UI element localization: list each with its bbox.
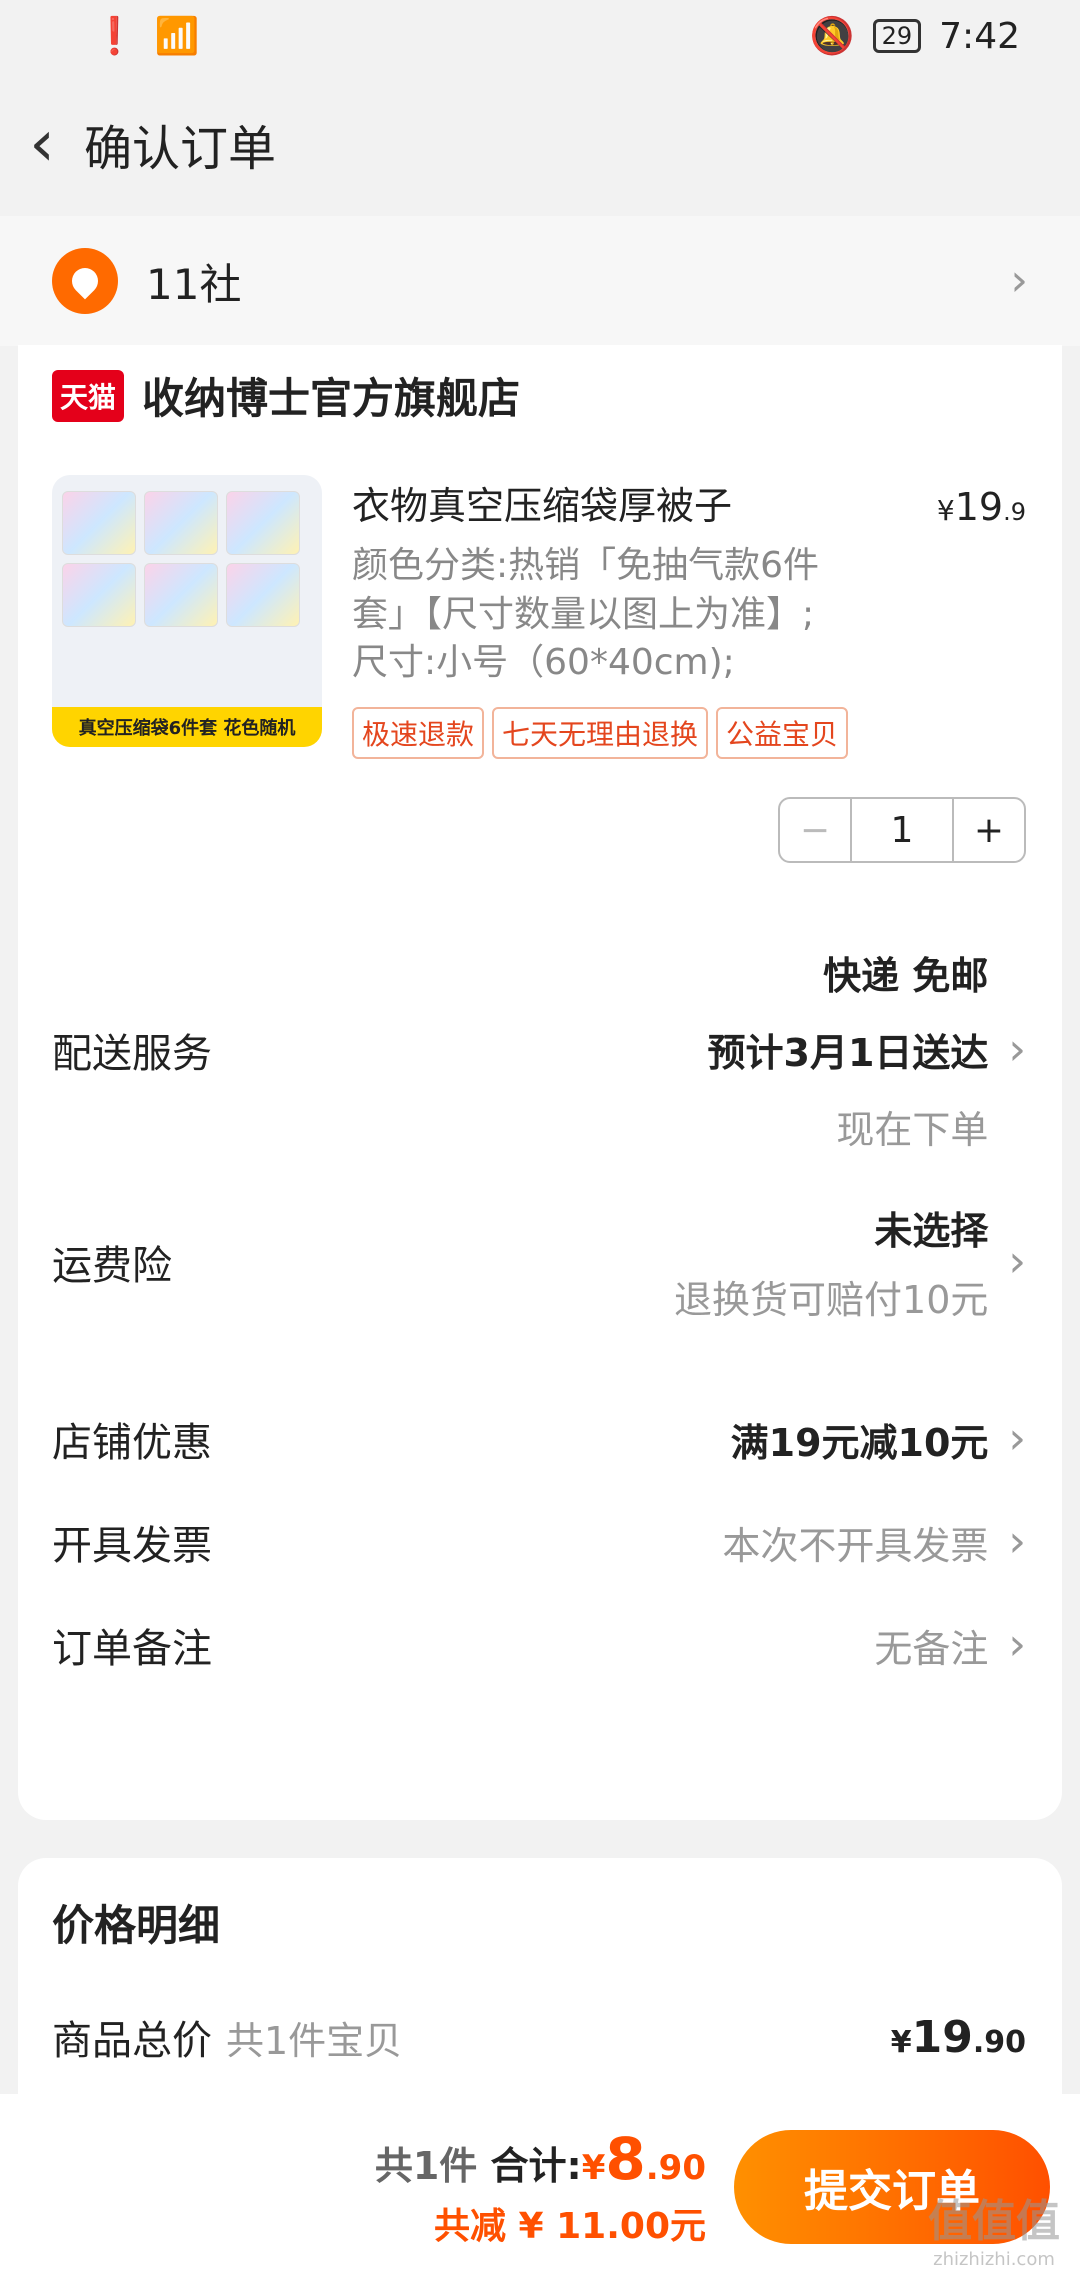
thumbnail-banner: 真空压缩袋6件套 花色随机 <box>52 707 322 747</box>
tag-7day-return: 七天无理由退换 <box>492 707 709 759</box>
discount-label: 店铺优惠 <box>52 1420 212 1466</box>
delivery-row[interactable]: 配送服务 快递 免邮 预计3月1日送达 现在下单 › <box>52 945 1026 1154</box>
bag-image <box>62 491 136 555</box>
bag-image <box>144 563 218 627</box>
product-thumbnail[interactable]: 真空压缩袋6件套 花色随机 <box>52 475 322 747</box>
watermark-text: 值值值 <box>928 2196 1060 2247</box>
saved-amount: 共减 ¥ 11.00元 <box>434 2206 706 2247</box>
chevron-right-icon: › <box>1008 1023 1026 1075</box>
spec-line: 尺寸:小号（60*40cm); <box>352 642 735 684</box>
quantity-stepper: − 1 + <box>778 797 1026 863</box>
bag-image <box>144 491 218 555</box>
note-label: 订单备注 <box>52 1626 212 1672</box>
bag-image <box>226 491 300 555</box>
back-icon[interactable]: ‹ <box>12 112 72 176</box>
total-int: 8 <box>605 2125 646 2193</box>
chevron-right-icon: › <box>1008 1413 1026 1464</box>
chevron-right-icon: › <box>1008 1516 1026 1567</box>
status-bar: ❗ 📶 🔕 29 7:42 <box>0 0 1080 72</box>
order-note-row[interactable]: 订单备注 无备注 › <box>52 1616 1026 1674</box>
goods-total-price: ¥19.90 <box>891 2012 1026 2063</box>
item-count: 共1件 <box>374 2144 478 2188</box>
service-tags: 极速退款 七天无理由退换 公益宝贝 <box>352 707 849 759</box>
total-amount: 8.90 <box>605 2125 706 2193</box>
address-text: 11社 <box>146 259 242 309</box>
currency-symbol: ¥ <box>936 494 955 527</box>
shipping-insurance-row[interactable]: 运费险 未选择 退换货可赔付10元 › <box>52 1200 1026 1324</box>
decrease-button[interactable]: − <box>780 799 852 861</box>
total-dec: .90 <box>645 2148 706 2188</box>
quantity-value[interactable]: 1 <box>852 799 952 861</box>
order-summary: 共1件 合计:¥8.90 共减 ¥ 11.00元 <box>375 2125 706 2249</box>
insurance-label: 运费险 <box>52 1243 172 1289</box>
spec-line: 套」【尺寸数量以图上为准】; <box>352 593 815 635</box>
spec-line: 颜色分类:热销「免抽气款6件 <box>352 545 820 586</box>
store-discount-row[interactable]: 店铺优惠 满19元减10元 › <box>52 1410 1026 1468</box>
product-spec: 颜色分类:热销「免抽气款6件 套」【尺寸数量以图上为准】; 尺寸:小号（60*4… <box>352 542 912 688</box>
chevron-right-icon: › <box>1008 1236 1026 1287</box>
price-detail-title: 价格明细 <box>52 1901 221 1950</box>
product-title: 衣物真空压缩袋厚被子 <box>352 484 733 528</box>
discount-value: 满19元减10元 <box>730 1420 989 1465</box>
currency-symbol: ¥ <box>890 2024 912 2060</box>
price-int: 19 <box>954 485 1004 529</box>
goods-total-row: 商品总价 共1件宝贝 ¥19.90 <box>52 2008 1026 2066</box>
location-pin-icon <box>52 248 118 314</box>
alert-icon: ❗ <box>92 16 137 57</box>
product-info[interactable]: 衣物真空压缩袋厚被子 颜色分类:热销「免抽气款6件 套」【尺寸数量以图上为准】;… <box>352 475 912 688</box>
goods-total-label: 商品总价 <box>52 2018 212 2064</box>
store-name: 收纳博士官方旗舰店 <box>142 374 521 423</box>
site-watermark: 值值值 zhizhizhi.com <box>928 2185 1060 2270</box>
delivery-method: 快递 免邮 <box>823 954 989 998</box>
delivery-note: 现在下单 <box>836 1108 989 1152</box>
insurance-status: 未选择 <box>874 1209 989 1253</box>
price-int: 19 <box>911 2011 973 2063</box>
insurance-desc: 退换货可赔付10元 <box>674 1278 989 1322</box>
watermark-url: zhizhizhi.com <box>933 2249 1055 2270</box>
order-card: 天猫 收纳博士官方旗舰店 真空压缩袋6件套 花色随机 衣物真空压缩袋厚被子 颜色… <box>18 345 1062 1820</box>
bag-image <box>62 563 136 627</box>
increase-button[interactable]: + <box>952 799 1024 861</box>
goods-count: 共1件宝贝 <box>226 2019 403 2063</box>
address-row[interactable]: 11社 › <box>0 216 1080 346</box>
wifi-icon: 📶 <box>154 16 200 57</box>
delivery-label: 配送服务 <box>52 1030 212 1077</box>
invoice-row[interactable]: 开具发票 本次不开具发票 › <box>52 1513 1026 1571</box>
price-dec: .90 <box>972 2024 1026 2060</box>
clock: 7:42 <box>939 15 1020 57</box>
tag-charity: 公益宝贝 <box>716 707 849 759</box>
bag-image <box>226 563 300 627</box>
chevron-right-icon: › <box>1008 1619 1026 1670</box>
battery-icon: 29 <box>872 19 922 53</box>
chevron-right-icon: › <box>1010 255 1028 306</box>
product-price: ¥19.9 <box>937 485 1026 529</box>
mute-bell-icon: 🔕 <box>809 16 855 57</box>
price-dec: .9 <box>1003 498 1026 526</box>
page-header: ‹ 确认订单 <box>0 72 1080 216</box>
tmall-logo: 天猫 <box>52 369 125 422</box>
total-label: 合计: <box>490 2144 582 2188</box>
currency-symbol: ¥ <box>581 2148 606 2188</box>
delivery-eta: 预计3月1日送达 <box>707 1031 989 1075</box>
page-title: 确认订单 <box>84 121 277 177</box>
invoice-label: 开具发票 <box>52 1523 212 1569</box>
store-header[interactable]: 天猫 收纳博士官方旗舰店 <box>52 365 520 426</box>
checkout-bar: 共1件 合计:¥8.90 共减 ¥ 11.00元 提交订单 <box>0 2094 1080 2280</box>
invoice-value: 本次不开具发票 <box>722 1523 989 1568</box>
note-value: 无备注 <box>874 1626 989 1671</box>
tag-fast-refund: 极速退款 <box>352 707 485 759</box>
